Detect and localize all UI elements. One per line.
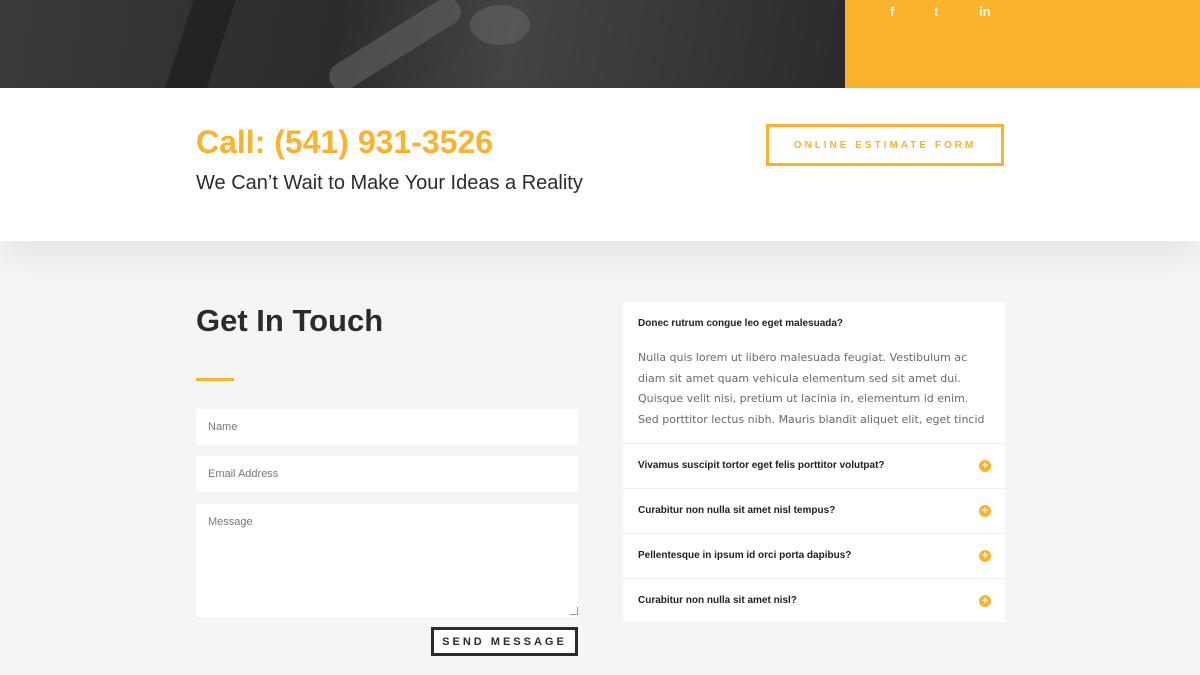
faq-item[interactable]: Curabitur non nulla sit amet nisl? + (623, 578, 1005, 623)
expand-plus-icon[interactable]: + (979, 505, 991, 517)
message-textarea[interactable] (196, 504, 578, 617)
faq-question: Pellentesque in ipsum id orci porta dapi… (638, 550, 852, 561)
send-message-button[interactable]: SEND MESSAGE (431, 627, 578, 656)
faq-item[interactable]: Vivamus suscipit tortor eget felis portt… (623, 443, 1005, 488)
hero-wrench-shape (323, 0, 467, 88)
faq-open-answer: Nulla quis lorem ut libero malesuada feu… (638, 351, 985, 426)
title-divider (196, 378, 234, 381)
facebook-icon[interactable]: f (890, 4, 894, 19)
call-banner: Call: (541) 931-3526 We Can’t Wait to Ma… (0, 88, 1200, 241)
contact-title: Get In Touch (196, 303, 384, 338)
email-input[interactable] (196, 456, 578, 492)
faq-question: Vivamus suscipit tortor eget felis portt… (638, 460, 885, 471)
faq-open-question[interactable]: Donec rutrum congue leo eget malesuada? (638, 318, 843, 329)
linkedin-icon[interactable]: in (979, 4, 991, 19)
online-estimate-button[interactable]: ONLINE ESTIMATE FORM (766, 124, 1004, 166)
hero-tool-shape (163, 0, 237, 88)
expand-plus-icon[interactable]: + (979, 595, 991, 607)
expand-plus-icon[interactable]: + (979, 460, 991, 472)
faq-item[interactable]: Curabitur non nulla sit amet nisl tempus… (623, 488, 1005, 533)
name-input[interactable] (196, 409, 578, 445)
call-subtitle: We Can’t Wait to Make Your Ideas a Reali… (196, 172, 583, 194)
faq-question: Curabitur non nulla sit amet nisl? (638, 595, 797, 606)
hero-hand-shape (470, 5, 530, 45)
faq-accordion: Donec rutrum congue leo eget malesuada? … (623, 302, 1005, 622)
resize-grip-icon[interactable] (570, 607, 578, 615)
expand-plus-icon[interactable]: + (979, 550, 991, 562)
twitter-icon[interactable]: t (934, 4, 938, 19)
phone-heading: Call: (541) 931-3526 (196, 124, 494, 160)
faq-question: Curabitur non nulla sit amet nisl tempus… (638, 505, 836, 516)
faq-item[interactable]: Pellentesque in ipsum id orci porta dapi… (623, 533, 1005, 578)
social-bar: f t in (845, 0, 1200, 88)
hero-image (0, 0, 845, 88)
